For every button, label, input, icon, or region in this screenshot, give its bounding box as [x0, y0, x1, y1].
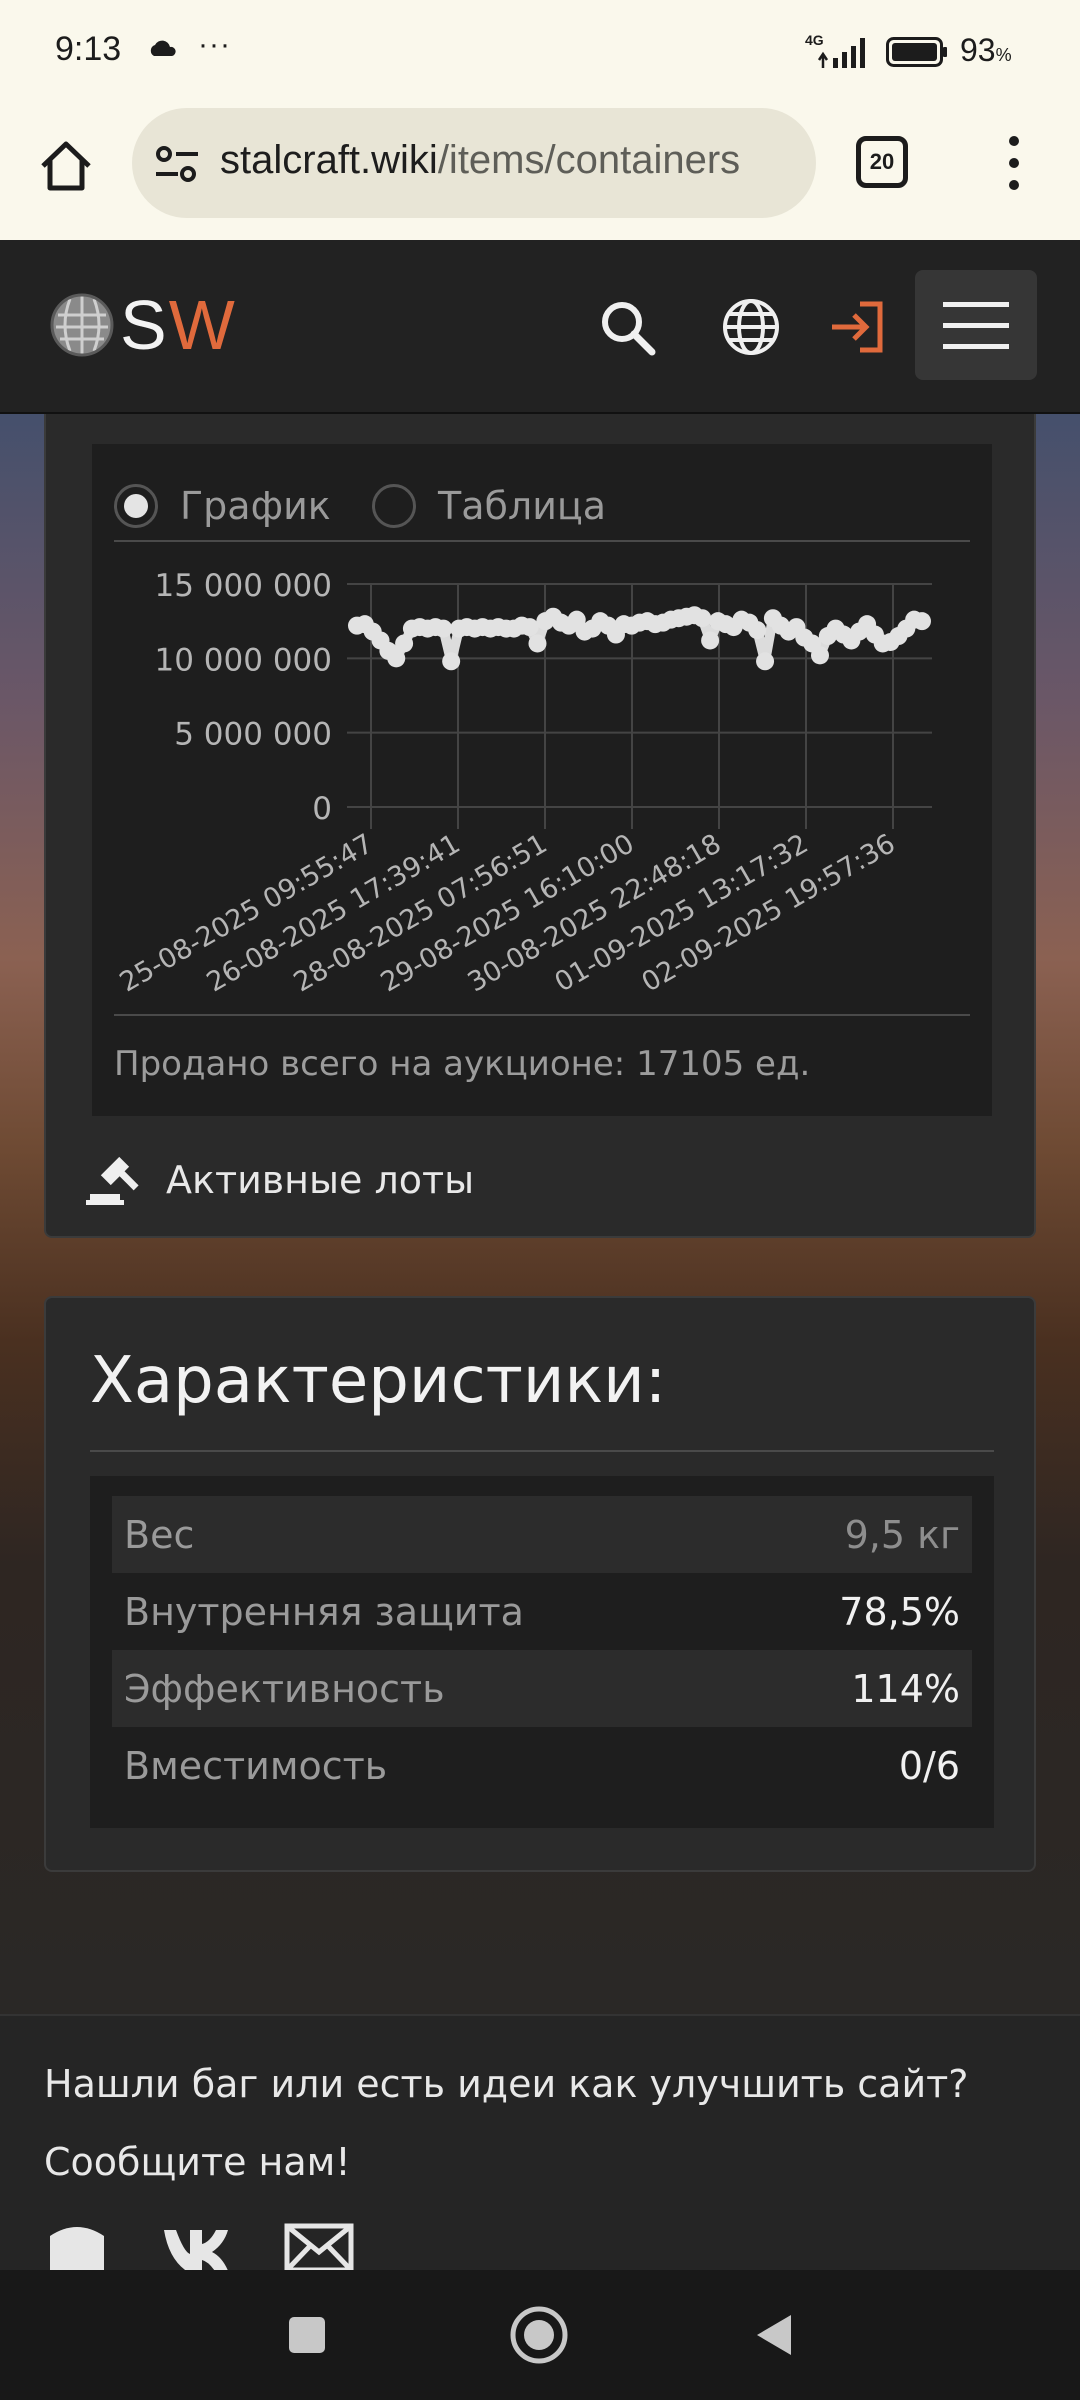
browser-menu-button[interactable]: [990, 130, 1038, 196]
search-icon[interactable]: [596, 296, 658, 358]
stat-row-capacity: Вместимость 0/6: [124, 1743, 960, 1788]
price-point: [693, 609, 712, 628]
price-point: [701, 631, 720, 650]
circle-icon: [510, 2306, 568, 2364]
gavel-icon: [86, 1156, 139, 1205]
recents-button[interactable]: [274, 2302, 340, 2368]
characteristics-title: Характеристики:: [90, 1344, 667, 1418]
price-point: [442, 652, 461, 671]
y-tick-label: 10 000 000: [155, 642, 333, 678]
mail-icon[interactable]: [284, 2222, 354, 2270]
stat-row-internal-protection: Внутренняя защита 78,5%: [124, 1589, 960, 1634]
back-button[interactable]: [740, 2302, 806, 2368]
login-icon[interactable]: [826, 296, 888, 358]
y-tick-label: 15 000 000: [155, 568, 333, 604]
site-header: SW: [0, 240, 1080, 414]
price-point: [810, 646, 829, 665]
battery-percent: 93%: [960, 32, 1012, 68]
divider: [114, 1014, 970, 1016]
logo-globe-icon: [50, 293, 114, 357]
discord-icon[interactable]: [42, 2222, 112, 2270]
radio-unselected-icon: [372, 484, 416, 528]
site-menu-button[interactable]: [915, 270, 1037, 380]
price-point: [756, 652, 775, 671]
price-point: [748, 621, 767, 640]
square-icon: [289, 2317, 325, 2353]
y-tick-label: 0: [312, 791, 332, 827]
address-bar[interactable]: stalcraft.wiki/items/containers: [132, 108, 816, 218]
cloud-icon: [150, 40, 176, 56]
back-triangle-icon: [757, 2315, 791, 2355]
logo-text: SW: [120, 286, 237, 364]
price-point: [913, 612, 931, 631]
stats-table: Вес 9,5 кг Внутренняя защита 78,5% Эффекти…: [90, 1476, 994, 1828]
status-bar: 9:13 ··· 4G 93%: [0, 0, 1080, 100]
sold-total: Продано всего на аукционе: 17105 ед.: [114, 1044, 811, 1084]
radio-selected-icon: [114, 484, 158, 528]
home-button[interactable]: [30, 130, 102, 202]
more-notifications-icon: ···: [198, 28, 231, 61]
site-settings-icon[interactable]: [154, 144, 200, 184]
characteristics-card: Характеристики: Вес 9,5 кг Внутренняя защ…: [44, 1296, 1036, 1872]
language-globe-icon[interactable]: [720, 296, 782, 358]
y-tick-label: 5 000 000: [174, 717, 332, 753]
feedback-cta: Сообщите нам!: [44, 2140, 351, 2184]
divider: [90, 1450, 994, 1452]
vk-icon[interactable]: [162, 2222, 232, 2270]
view-table-radio[interactable]: Таблица: [372, 484, 606, 528]
view-chart-radio[interactable]: График: [114, 484, 331, 528]
tab-switcher-button[interactable]: 20: [856, 136, 908, 188]
active-lots-link[interactable]: Активные лоты: [86, 1154, 474, 1206]
home-nav-button[interactable]: [506, 2302, 572, 2368]
stat-row-weight: Вес 9,5 кг: [112, 1496, 972, 1573]
feedback-text: Нашли баг или есть идеи как улучшить сай…: [44, 2062, 969, 2106]
battery-icon: [886, 37, 947, 67]
price-history-card: График Таблица 15 000 000 10 000 000 5 000…: [44, 414, 1036, 1238]
price-point: [434, 619, 453, 638]
price-chart: 15 000 00010 000 0005 000 000025-08-2025…: [115, 568, 932, 998]
system-nav-bar: [0, 2270, 1080, 2400]
signal-icon: [817, 38, 865, 68]
browser-toolbar: stalcraft.wiki/items/containers 20: [0, 100, 1080, 240]
divider: [114, 540, 970, 542]
price-point: [520, 618, 539, 637]
clock: 9:13: [55, 30, 122, 68]
home-icon: [41, 141, 91, 191]
url-text[interactable]: stalcraft.wiki/items/containers: [220, 138, 740, 183]
stat-row-efficiency: Эффективность 114%: [112, 1650, 972, 1727]
chart-panel: График Таблица 15 000 000 10 000 000 5 000…: [92, 444, 992, 1116]
site-logo[interactable]: SW: [48, 286, 237, 364]
price-point: [528, 634, 547, 653]
